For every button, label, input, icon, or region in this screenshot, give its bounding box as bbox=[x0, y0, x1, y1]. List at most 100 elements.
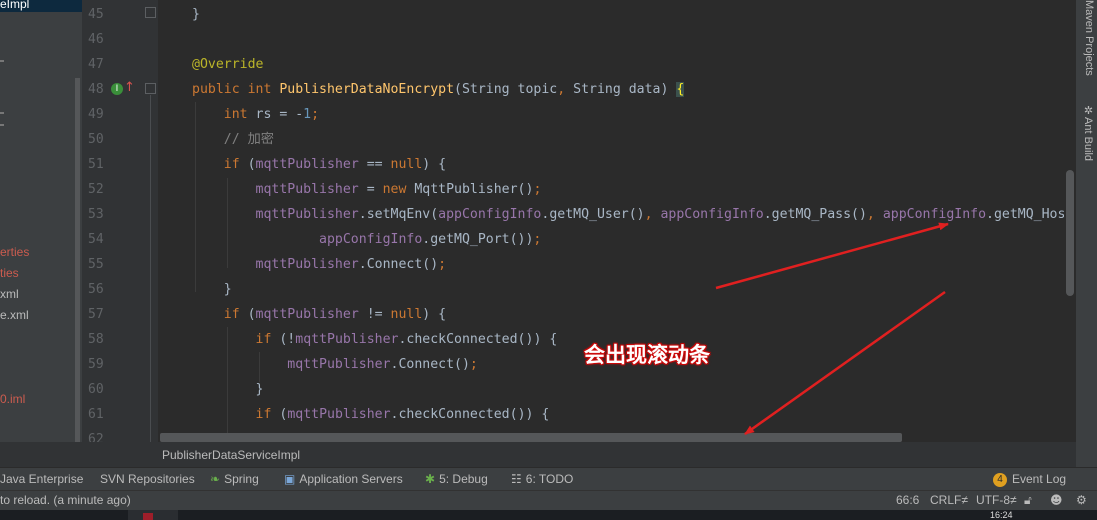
code-line[interactable]: mqttPublisher.Connect(); bbox=[192, 352, 478, 377]
line-number: 45 bbox=[88, 7, 104, 22]
code-token: .getMQ_Host bbox=[986, 207, 1074, 222]
code-line[interactable]: if (!mqttPublisher.checkConnected()) { bbox=[192, 327, 558, 352]
code-token: .getMQ_Pass() bbox=[763, 207, 867, 222]
code-line[interactable]: } bbox=[192, 377, 264, 402]
tree-item-properties[interactable]: erties bbox=[0, 243, 29, 261]
line-number: 59 bbox=[88, 357, 104, 372]
code-line[interactable]: if (mqttPublisher != null) { bbox=[192, 302, 446, 327]
code-token: appConfigInfo bbox=[319, 232, 423, 247]
code-token: ; bbox=[533, 182, 542, 197]
selected-tree-item[interactable]: eImpl bbox=[0, 0, 82, 12]
fold-marker[interactable] bbox=[145, 7, 156, 18]
code-token: .checkConnected()) { bbox=[398, 332, 558, 347]
code-token: ; bbox=[438, 257, 447, 272]
tab-maven-projects[interactable]: Maven Projects bbox=[1077, 0, 1095, 76]
tool-svn-repositories[interactable]: SVN Repositories bbox=[100, 468, 195, 490]
tree-item-xml[interactable]: xml bbox=[0, 285, 19, 303]
code-token: 1 bbox=[303, 107, 312, 122]
code-line[interactable]: appConfigInfo.getMQ_Port()); bbox=[192, 227, 541, 252]
line-number: 52 bbox=[88, 182, 104, 197]
status-bar: to reload. (a minute ago) 66:6 CRLF≠ UTF… bbox=[0, 490, 1097, 510]
line-number: 54 bbox=[88, 232, 104, 247]
code-token: , bbox=[557, 82, 574, 97]
code-token: if bbox=[255, 332, 280, 347]
code-line[interactable]: int rs = -1; bbox=[192, 102, 319, 127]
code-line[interactable]: public int PublisherDataNoEncrypt(String… bbox=[192, 77, 685, 102]
code-line[interactable]: // 加密 bbox=[192, 127, 274, 152]
code-token: mqttPublisher bbox=[287, 357, 391, 372]
file-encoding[interactable]: UTF-8≠ bbox=[976, 491, 1017, 510]
event-indicator-icon[interactable]: ⚙ bbox=[1076, 491, 1087, 510]
spring-leaf-icon: ❧ bbox=[210, 472, 221, 486]
taskbar-active-app[interactable] bbox=[128, 510, 178, 520]
code-token: appConfigInfo bbox=[882, 207, 987, 222]
tab-ant-build[interactable]: ✲Ant Build bbox=[1077, 104, 1095, 161]
horizontal-scrollbar[interactable] bbox=[160, 433, 902, 442]
tool-spring[interactable]: ❧ Spring bbox=[210, 468, 259, 490]
code-token: mqttPublisher bbox=[295, 332, 399, 347]
code-token: appConfigInfo bbox=[438, 207, 542, 222]
fold-marker[interactable] bbox=[145, 83, 156, 94]
code-token: mqttPublisher bbox=[255, 157, 359, 172]
code-line[interactable]: @Override bbox=[192, 52, 263, 77]
tool-debug-label: 5: Debug bbox=[439, 472, 488, 486]
taskbar-app-icon[interactable] bbox=[143, 513, 153, 520]
override-up-arrow-icon[interactable]: ↑ bbox=[124, 81, 135, 95]
tool-application-servers[interactable]: ▣ Application Servers bbox=[284, 468, 403, 490]
vertical-scrollbar-thumb[interactable] bbox=[1066, 170, 1074, 296]
code-token: } bbox=[192, 7, 200, 22]
hector-icon[interactable]: ☻ bbox=[1050, 491, 1063, 510]
tool-todo[interactable]: ☷ 6: TODO bbox=[511, 468, 573, 490]
code-token: , bbox=[866, 207, 883, 222]
tree-item-iml[interactable]: 0.iml bbox=[0, 390, 25, 408]
code-editor[interactable]: } @Override public int PublisherDataNoEncr… bbox=[158, 0, 1076, 442]
code-token: null bbox=[390, 157, 423, 172]
code-token: ; bbox=[533, 232, 542, 247]
code-token: MqttPublisher() bbox=[414, 182, 534, 197]
tool-window-bar: Java Enterprise SVN Repositories ❧ Spring… bbox=[0, 467, 1097, 490]
tree-item-e-xml[interactable]: e.xml bbox=[0, 306, 29, 324]
code-line[interactable]: mqttPublisher = new MqttPublisher(); bbox=[192, 177, 542, 202]
tool-java-enterprise[interactable]: Java Enterprise bbox=[0, 468, 83, 490]
code-line[interactable]: mqttPublisher.Connect(); bbox=[192, 252, 447, 277]
line-number: 57 bbox=[88, 307, 104, 322]
code-token: public int bbox=[192, 82, 280, 97]
lock-icon[interactable]: 🔓︎ bbox=[1024, 491, 1032, 510]
code-token: (String topic bbox=[454, 82, 558, 97]
code-line[interactable]: mqttPublisher.setMqEnv(appConfigInfo.get… bbox=[192, 202, 1074, 227]
status-message[interactable]: to reload. (a minute ago) bbox=[0, 491, 131, 510]
panel-scrollbar[interactable] bbox=[75, 78, 80, 442]
line-number: 51 bbox=[88, 157, 104, 172]
code-line[interactable]: } bbox=[192, 2, 200, 27]
code-token: } bbox=[192, 382, 264, 397]
code-token: ) { bbox=[422, 307, 447, 322]
line-separator[interactable]: CRLF≠ bbox=[930, 491, 968, 510]
code-token: new bbox=[382, 182, 415, 197]
line-number: 50 bbox=[88, 132, 104, 147]
code-line[interactable]: if (mqttPublisher == null) { bbox=[192, 152, 446, 177]
tree-item-properties-2[interactable]: ties bbox=[0, 264, 19, 282]
code-line[interactable]: } bbox=[192, 277, 232, 302]
code-token: == bbox=[358, 157, 391, 172]
tool-debug[interactable]: ✱ 5: Debug bbox=[425, 468, 488, 490]
code-token: if bbox=[223, 307, 248, 322]
line-number: 58 bbox=[88, 332, 104, 347]
tree-connector bbox=[0, 124, 4, 126]
caret-position[interactable]: 66:6 bbox=[896, 491, 919, 510]
line-number: 46 bbox=[88, 32, 104, 47]
breadcrumb-item[interactable]: PublisherDataServiceImpl bbox=[162, 448, 300, 462]
code-line[interactable]: if (mqttPublisher.checkConnected()) { bbox=[192, 402, 550, 427]
code-token: ( bbox=[247, 157, 256, 172]
code-token: @Override bbox=[192, 57, 264, 72]
line-number: 55 bbox=[88, 257, 104, 272]
implements-icon[interactable]: I bbox=[111, 83, 123, 95]
tool-event-log[interactable]: 4 Event Log bbox=[993, 468, 1066, 490]
code-token: .getMQ_User() bbox=[541, 207, 645, 222]
